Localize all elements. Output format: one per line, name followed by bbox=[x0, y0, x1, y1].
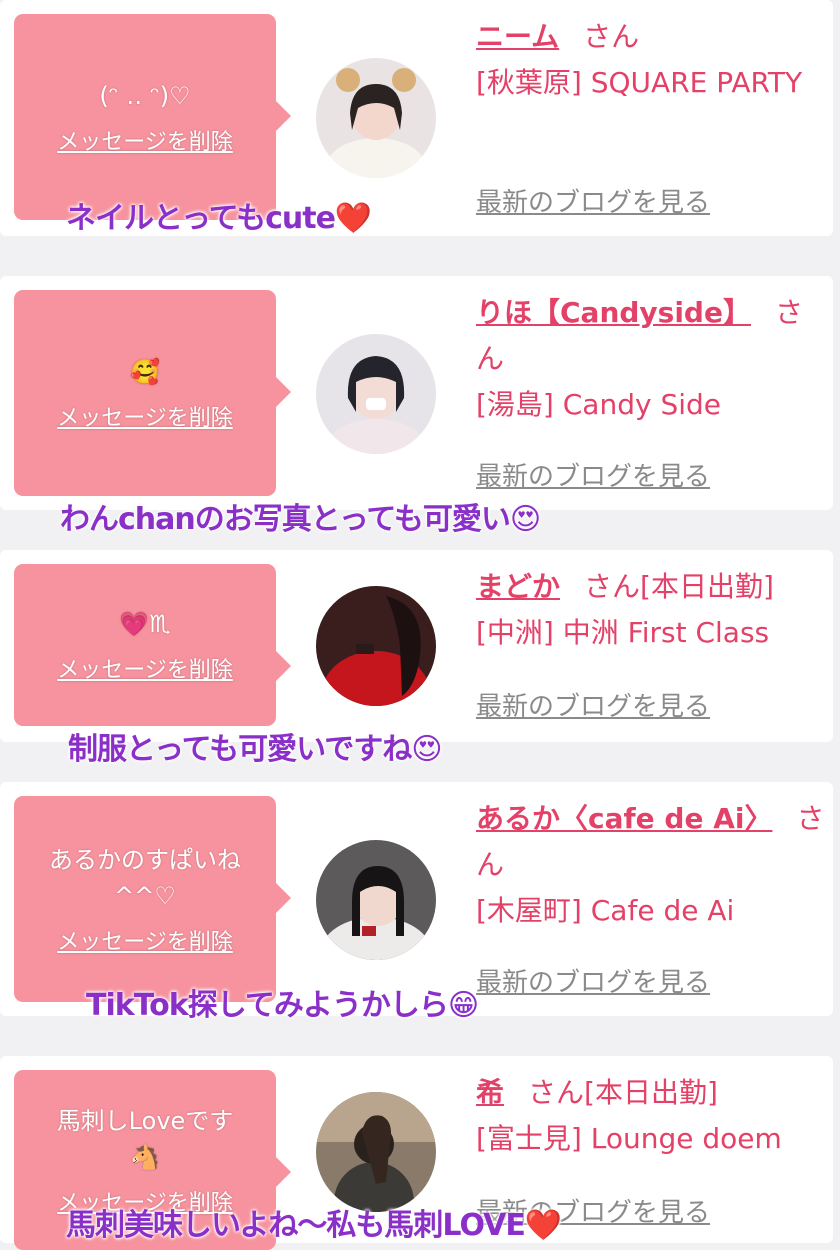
delete-message-link[interactable]: メッセージを削除 bbox=[57, 400, 233, 432]
delete-message-link[interactable]: メッセージを削除 bbox=[57, 124, 233, 156]
latest-blog-link[interactable]: 最新のブログを見る bbox=[476, 456, 710, 493]
message-bubble: (ᵔ ‥ ᵔ)♡ メッセージを削除 bbox=[14, 14, 291, 220]
profile-info: まどか さん[本日出勤] [中洲] 中洲 First Class bbox=[476, 564, 826, 656]
avatar[interactable] bbox=[316, 1092, 436, 1212]
message-text: (ᵔ ‥ ᵔ)♡ bbox=[99, 82, 191, 110]
message-bubble: 💗♏︎ メッセージを削除 bbox=[14, 564, 291, 726]
message-text: 💗♏︎ bbox=[119, 610, 171, 638]
honorific: さん bbox=[528, 1076, 585, 1109]
honorific: さん bbox=[584, 570, 641, 603]
delete-message-link[interactable]: メッセージを削除 bbox=[57, 652, 233, 684]
delete-message-link[interactable]: メッセージを削除 bbox=[57, 924, 233, 956]
profile-info: りほ【Candyside】 さん [湯島] Candy Side bbox=[476, 290, 826, 428]
message-text: あるかのすぱいね ^^♡ bbox=[49, 846, 241, 910]
shop-info: [富士見] Lounge doem bbox=[476, 1122, 782, 1155]
message-card: 💗♏︎ メッセージを削除 まどか さん[本日出勤] [中洲] 中洲 First C… bbox=[0, 550, 833, 742]
profile-name-link[interactable]: あるか〈cafe de Ai〉 bbox=[476, 802, 772, 835]
overlay-caption: ネイルとってもcute❤️ bbox=[66, 201, 372, 236]
shift-status: [本日出勤] bbox=[584, 1076, 718, 1109]
profile-name-link[interactable]: りほ【Candyside】 bbox=[476, 296, 751, 329]
avatar[interactable] bbox=[316, 58, 436, 178]
overlay-caption: 馬刺美味しいよね〜私も馬刺LOVE❤️ bbox=[66, 1208, 562, 1243]
message-bubble: 🥰 メッセージを削除 bbox=[14, 290, 291, 496]
profile-info: 希さん[本日出勤] [富士見] Lounge doem bbox=[476, 1070, 826, 1162]
profile-info: あるか〈cafe de Ai〉 さん [木屋町] Cafe de Ai bbox=[476, 796, 826, 934]
profile-name-link[interactable]: 希 bbox=[476, 1076, 504, 1109]
shop-info: [秋葉原] SQUARE PARTY bbox=[476, 66, 803, 99]
shop-info: [湯島] Candy Side bbox=[476, 388, 722, 421]
overlay-caption: TikTok探してみようかしら😁 bbox=[86, 988, 479, 1023]
message-text: 🥰 bbox=[130, 358, 160, 386]
latest-blog-link[interactable]: 最新のブログを見る bbox=[476, 182, 710, 219]
shift-status: [本日出勤] bbox=[640, 570, 774, 603]
profile-info: ニーム さん [秋葉原] SQUARE PARTY bbox=[476, 14, 826, 106]
latest-blog-link[interactable]: 最新のブログを見る bbox=[476, 962, 710, 999]
message-bubble: あるかのすぱいね ^^♡ メッセージを削除 bbox=[14, 796, 291, 1002]
shop-info: [木屋町] Cafe de Ai bbox=[476, 894, 735, 927]
avatar[interactable] bbox=[316, 840, 436, 960]
message-card: 🥰 メッセージを削除 りほ【Candyside】 さん [湯島] Candy Si… bbox=[0, 276, 833, 510]
avatar[interactable] bbox=[316, 334, 436, 454]
shop-info: [中洲] 中洲 First Class bbox=[476, 616, 770, 649]
honorific: さん bbox=[583, 20, 640, 53]
profile-name-link[interactable]: ニーム bbox=[476, 20, 559, 53]
overlay-caption: 制服とっても可愛いですね😍 bbox=[68, 732, 442, 767]
avatar[interactable] bbox=[316, 586, 436, 706]
profile-name-link[interactable]: まどか bbox=[476, 570, 560, 603]
message-text: 馬刺しLoveです 🐴 bbox=[56, 1107, 234, 1171]
latest-blog-link[interactable]: 最新のブログを見る bbox=[476, 686, 710, 723]
overlay-caption: わんchanのお写真とっても可愛い😍 bbox=[60, 502, 541, 537]
